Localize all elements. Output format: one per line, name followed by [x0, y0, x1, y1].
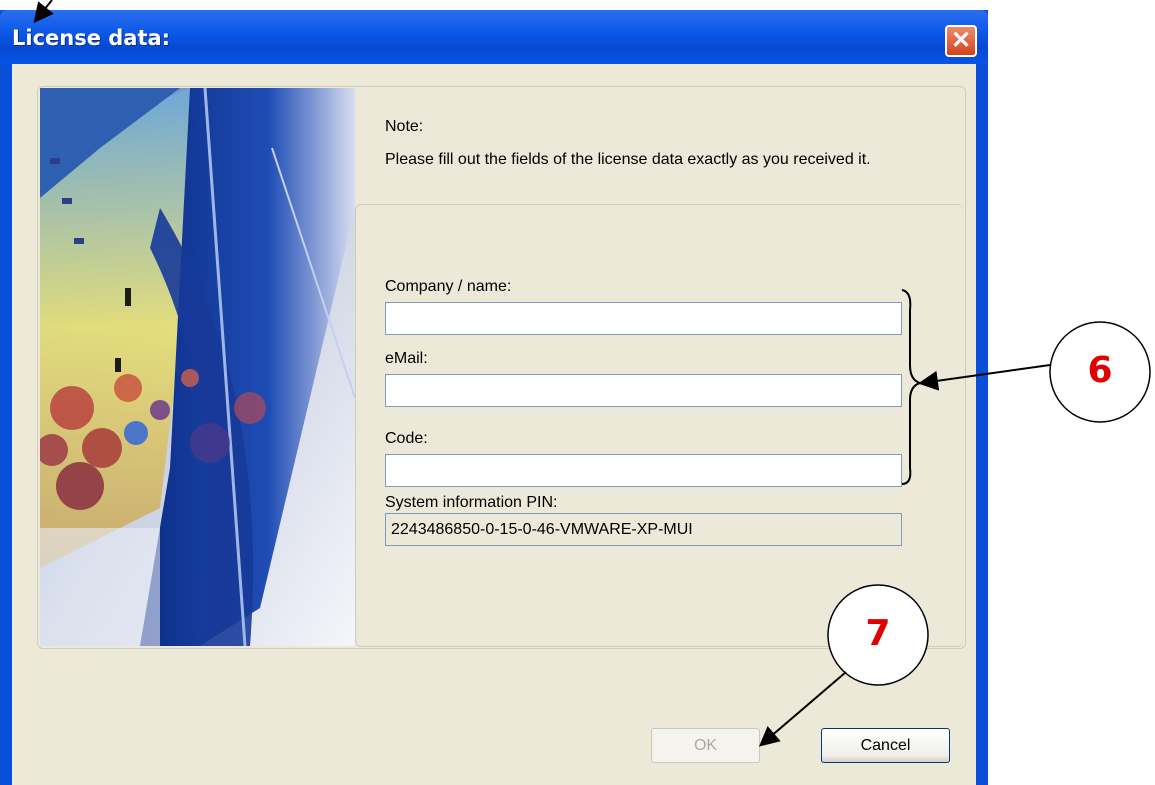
dialog-client-area: Note: Please fill out the fields of the …: [12, 64, 976, 785]
email-label: eMail:: [385, 350, 428, 367]
note-label: Note:: [385, 118, 424, 135]
license-fields-group: [355, 204, 963, 647]
ok-button[interactable]: OK: [651, 728, 760, 763]
code-label: Code:: [385, 430, 428, 447]
company-name-input[interactable]: [385, 302, 902, 335]
close-icon: ✕: [950, 27, 972, 54]
license-dialog-window: License data: ✕ Note: Please fill out th…: [0, 10, 988, 785]
close-button[interactable]: ✕: [945, 25, 977, 57]
wizard-banner-image: [40, 88, 355, 646]
note-text: Please fill out the fields of the licens…: [385, 151, 871, 168]
callout-7-number: 7: [865, 613, 891, 654]
cancel-button[interactable]: Cancel: [821, 728, 950, 763]
code-input[interactable]: [385, 454, 902, 487]
title-bar[interactable]: License data: ✕: [0, 10, 988, 64]
callout-6-number: 6: [1087, 350, 1113, 391]
system-pin-label: System information PIN:: [385, 494, 558, 511]
dialog-title: License data:: [12, 26, 171, 50]
email-input[interactable]: [385, 374, 902, 407]
company-name-label: Company / name:: [385, 278, 512, 295]
system-pin-field[interactable]: 2243486850-0-15-0-46-VMWARE-XP-MUI: [385, 513, 902, 546]
